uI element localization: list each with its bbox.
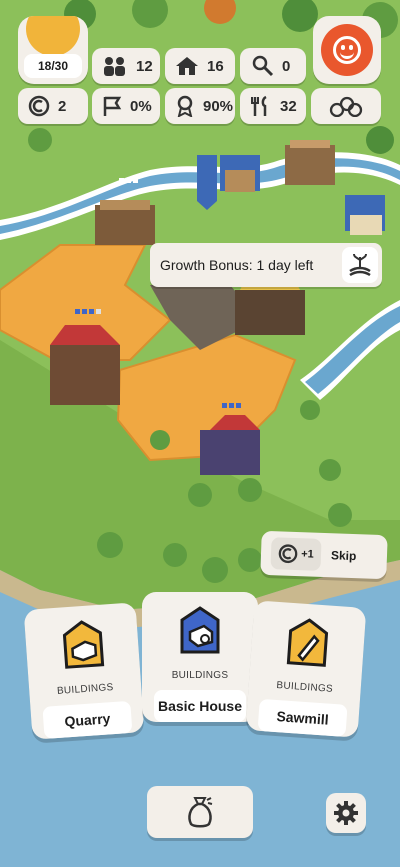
population-stat[interactable]: 12 bbox=[92, 48, 160, 84]
population-value: 12 bbox=[136, 57, 153, 75]
growth-icon bbox=[342, 247, 378, 283]
card-type-label: BUILDINGS bbox=[171, 670, 229, 681]
housing-stat[interactable]: 16 bbox=[165, 48, 235, 84]
skip-button[interactable]: +1 Skip bbox=[260, 530, 388, 580]
skip-cost-value: +1 bbox=[301, 548, 314, 561]
approval-value: 90% bbox=[203, 97, 234, 115]
day-counter: 18/30 bbox=[24, 54, 82, 78]
cutlery-icon bbox=[251, 95, 267, 116]
coin-icon bbox=[28, 95, 50, 117]
flag-icon bbox=[103, 96, 122, 116]
card-name: Quarry bbox=[42, 700, 133, 739]
basic-house-icon bbox=[180, 606, 220, 654]
skip-cost: +1 bbox=[270, 537, 322, 571]
card-type-label: BUILDINGS bbox=[56, 681, 114, 697]
food-icon bbox=[252, 55, 274, 77]
goal-stat[interactable]: 0% bbox=[92, 88, 160, 124]
day-panel: 18/30 bbox=[18, 16, 88, 84]
sawmill-icon bbox=[286, 618, 329, 667]
ribbon-icon bbox=[177, 95, 193, 117]
sun-icon bbox=[26, 16, 80, 56]
building-card-quarry[interactable]: BUILDINGS Quarry bbox=[23, 602, 145, 740]
resources-button[interactable] bbox=[311, 88, 381, 124]
population-icon bbox=[104, 57, 125, 76]
food-stat[interactable]: 0 bbox=[240, 48, 306, 84]
card-type-label: BUILDINGS bbox=[276, 679, 334, 695]
gear-icon bbox=[334, 801, 358, 825]
bag-button[interactable] bbox=[147, 786, 253, 838]
coins-stat[interactable]: 2 bbox=[18, 88, 88, 124]
coin-icon bbox=[278, 544, 298, 564]
skip-label: Skip bbox=[330, 548, 357, 564]
quarry-icon bbox=[62, 620, 105, 669]
housing-value: 16 bbox=[207, 57, 224, 75]
meals-value: 32 bbox=[280, 97, 297, 115]
approval-stat[interactable]: 90% bbox=[165, 88, 235, 124]
meals-stat[interactable]: 32 bbox=[240, 88, 306, 124]
coins-value: 2 bbox=[58, 97, 67, 115]
settings-button[interactable] bbox=[326, 793, 366, 833]
building-card-basic-house[interactable]: BUILDINGS Basic House bbox=[142, 592, 258, 722]
happiness-button[interactable] bbox=[313, 16, 381, 84]
growth-bonus-text: Growth Bonus: 1 day left bbox=[160, 257, 314, 273]
house-icon bbox=[176, 57, 198, 75]
building-card-sawmill[interactable]: BUILDINGS Sawmill bbox=[245, 600, 367, 738]
growth-bonus-tooltip: Growth Bonus: 1 day left bbox=[150, 243, 382, 287]
card-name: Basic House bbox=[154, 690, 246, 722]
smiley-icon bbox=[321, 24, 373, 76]
food-value: 0 bbox=[282, 57, 291, 75]
goal-value: 0% bbox=[130, 97, 152, 115]
card-name: Sawmill bbox=[257, 698, 348, 737]
sack-icon bbox=[188, 797, 213, 828]
logs-icon bbox=[329, 96, 363, 117]
